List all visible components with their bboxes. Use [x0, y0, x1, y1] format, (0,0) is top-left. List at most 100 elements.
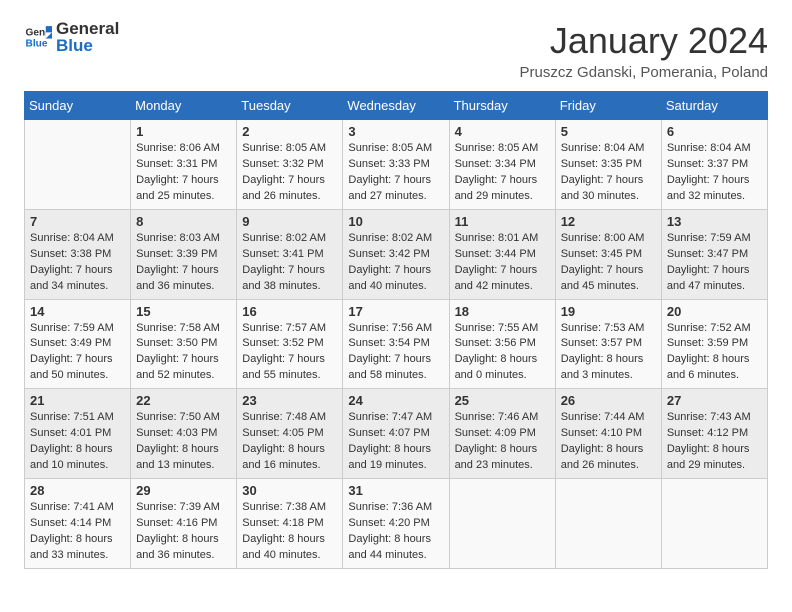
sunset-text: Sunset: 3:44 PM: [455, 247, 550, 263]
col-header-monday: Monday: [131, 92, 237, 120]
calendar-cell: 18Sunrise: 7:55 AMSunset: 3:56 PMDayligh…: [449, 299, 555, 389]
sunset-text: Sunset: 3:32 PM: [242, 157, 337, 173]
calendar-cell: 8Sunrise: 8:03 AMSunset: 3:39 PMDaylight…: [131, 209, 237, 299]
calendar-cell: 26Sunrise: 7:44 AMSunset: 4:10 PMDayligh…: [555, 389, 661, 479]
day-info: Sunrise: 7:52 AMSunset: 3:59 PMDaylight:…: [667, 321, 762, 385]
sunset-text: Sunset: 4:12 PM: [667, 426, 762, 442]
sunset-text: Sunset: 4:09 PM: [455, 426, 550, 442]
daylight-text: Daylight: 7 hours and 58 minutes.: [348, 352, 443, 384]
daylight-text: Daylight: 7 hours and 25 minutes.: [136, 173, 231, 205]
day-number: 30: [242, 483, 337, 498]
day-info: Sunrise: 7:41 AMSunset: 4:14 PMDaylight:…: [30, 500, 125, 564]
daylight-text: Daylight: 7 hours and 50 minutes.: [30, 352, 125, 384]
week-row-5: 28Sunrise: 7:41 AMSunset: 4:14 PMDayligh…: [25, 479, 768, 569]
day-info: Sunrise: 7:36 AMSunset: 4:20 PMDaylight:…: [348, 500, 443, 564]
sunset-text: Sunset: 3:49 PM: [30, 336, 125, 352]
daylight-text: Daylight: 8 hours and 10 minutes.: [30, 442, 125, 474]
calendar-table: SundayMondayTuesdayWednesdayThursdayFrid…: [24, 91, 768, 569]
day-info: Sunrise: 7:46 AMSunset: 4:09 PMDaylight:…: [455, 410, 550, 474]
sunrise-text: Sunrise: 8:05 AM: [348, 141, 443, 157]
day-info: Sunrise: 8:05 AMSunset: 3:34 PMDaylight:…: [455, 141, 550, 205]
calendar-cell: 6Sunrise: 8:04 AMSunset: 3:37 PMDaylight…: [661, 120, 767, 210]
calendar-cell: 25 Sunrise: 7:46 AMSunset: 4:09 PMDayligh…: [449, 389, 555, 479]
day-number: 5: [561, 124, 656, 139]
sunset-text: Sunset: 3:34 PM: [455, 157, 550, 173]
calendar-cell: 11 Sunrise: 8:01 AMSunset: 3:44 PMDayligh…: [449, 209, 555, 299]
sunrise-text: Sunrise: 7:53 AM: [561, 321, 656, 337]
sunset-text: Sunset: 3:41 PM: [242, 247, 337, 263]
calendar-cell: 23Sunrise: 7:48 AMSunset: 4:05 PMDayligh…: [237, 389, 343, 479]
day-info: Sunrise: 7:38 AMSunset: 4:18 PMDaylight:…: [242, 500, 337, 564]
sunrise-text: Sunrise: 7:52 AM: [667, 321, 762, 337]
logo-general-text: General: [56, 20, 119, 37]
sunset-text: Sunset: 4:10 PM: [561, 426, 656, 442]
logo-blue-text: Blue: [56, 37, 119, 54]
day-number: 15: [136, 304, 231, 319]
calendar-cell: 4 Sunrise: 8:05 AMSunset: 3:34 PMDaylight…: [449, 120, 555, 210]
day-number: 7: [30, 214, 125, 229]
day-number: 12: [561, 214, 656, 229]
sunset-text: Sunset: 4:18 PM: [242, 516, 337, 532]
sunrise-text: Sunrise: 7:48 AM: [242, 410, 337, 426]
sunrise-text: Sunrise: 7:46 AM: [455, 410, 550, 426]
daylight-text: Daylight: 7 hours and 45 minutes.: [561, 263, 656, 295]
sunset-text: Sunset: 3:56 PM: [455, 336, 550, 352]
day-info: Sunrise: 7:43 AMSunset: 4:12 PMDaylight:…: [667, 410, 762, 474]
sunrise-text: Sunrise: 7:56 AM: [348, 321, 443, 337]
calendar-cell: 28Sunrise: 7:41 AMSunset: 4:14 PMDayligh…: [25, 479, 131, 569]
week-row-2: 7Sunrise: 8:04 AMSunset: 3:38 PMDaylight…: [25, 209, 768, 299]
calendar-cell: 12 Sunrise: 8:00 AMSunset: 3:45 PMDayligh…: [555, 209, 661, 299]
daylight-text: Daylight: 8 hours and 36 minutes.: [136, 532, 231, 564]
calendar-cell: 7Sunrise: 8:04 AMSunset: 3:38 PMDaylight…: [25, 209, 131, 299]
daylight-text: Daylight: 8 hours and 23 minutes.: [455, 442, 550, 474]
calendar-cell: 13Sunrise: 7:59 AMSunset: 3:47 PMDayligh…: [661, 209, 767, 299]
sunrise-text: Sunrise: 8:04 AM: [667, 141, 762, 157]
sunrise-text: Sunrise: 8:04 AM: [561, 141, 656, 157]
day-number: 19: [561, 304, 656, 319]
day-number: 6: [667, 124, 762, 139]
svg-text:Blue: Blue: [26, 38, 48, 49]
sunrise-text: Sunrise: 7:36 AM: [348, 500, 443, 516]
sunset-text: Sunset: 4:20 PM: [348, 516, 443, 532]
sunrise-text: Sunrise: 7:57 AM: [242, 321, 337, 337]
daylight-text: Daylight: 8 hours and 26 minutes.: [561, 442, 656, 474]
week-row-3: 14Sunrise: 7:59 AMSunset: 3:49 PMDayligh…: [25, 299, 768, 389]
day-info: Sunrise: 7:53 AMSunset: 3:57 PMDaylight:…: [561, 321, 656, 385]
page-header: General Blue General Blue January 2024 P…: [24, 20, 768, 81]
sunset-text: Sunset: 4:03 PM: [136, 426, 231, 442]
day-info: Sunrise: 7:39 AMSunset: 4:16 PMDaylight:…: [136, 500, 231, 564]
sunrise-text: Sunrise: 7:44 AM: [561, 410, 656, 426]
day-info: Sunrise: 7:47 AMSunset: 4:07 PMDaylight:…: [348, 410, 443, 474]
sunrise-text: Sunrise: 7:51 AM: [30, 410, 125, 426]
logo: General Blue General Blue: [24, 20, 119, 54]
day-info: Sunrise: 8:02 AMSunset: 3:42 PMDaylight:…: [348, 231, 443, 295]
day-number: 11: [455, 214, 550, 229]
sunrise-text: Sunrise: 8:02 AM: [242, 231, 337, 247]
calendar-cell: 2Sunrise: 8:05 AMSunset: 3:32 PMDaylight…: [237, 120, 343, 210]
day-info: Sunrise: 8:00 AMSunset: 3:45 PMDaylight:…: [561, 231, 656, 295]
daylight-text: Daylight: 7 hours and 42 minutes.: [455, 263, 550, 295]
daylight-text: Daylight: 8 hours and 19 minutes.: [348, 442, 443, 474]
daylight-text: Daylight: 7 hours and 27 minutes.: [348, 173, 443, 205]
calendar-cell: 27Sunrise: 7:43 AMSunset: 4:12 PMDayligh…: [661, 389, 767, 479]
calendar-cell: 31Sunrise: 7:36 AMSunset: 4:20 PMDayligh…: [343, 479, 449, 569]
day-number: 25: [455, 393, 550, 408]
day-info: Sunrise: 8:01 AMSunset: 3:44 PMDaylight:…: [455, 231, 550, 295]
day-info: Sunrise: 7:56 AMSunset: 3:54 PMDaylight:…: [348, 321, 443, 385]
daylight-text: Daylight: 8 hours and 3 minutes.: [561, 352, 656, 384]
col-header-saturday: Saturday: [661, 92, 767, 120]
calendar-cell: 14Sunrise: 7:59 AMSunset: 3:49 PMDayligh…: [25, 299, 131, 389]
sunset-text: Sunset: 3:37 PM: [667, 157, 762, 173]
calendar-cell: 21Sunrise: 7:51 AMSunset: 4:01 PMDayligh…: [25, 389, 131, 479]
day-info: Sunrise: 8:03 AMSunset: 3:39 PMDaylight:…: [136, 231, 231, 295]
day-info: Sunrise: 7:50 AMSunset: 4:03 PMDaylight:…: [136, 410, 231, 474]
day-number: 4: [455, 124, 550, 139]
sunrise-text: Sunrise: 7:38 AM: [242, 500, 337, 516]
sunset-text: Sunset: 4:14 PM: [30, 516, 125, 532]
calendar-header-row: SundayMondayTuesdayWednesdayThursdayFrid…: [25, 92, 768, 120]
sunset-text: Sunset: 3:59 PM: [667, 336, 762, 352]
day-info: Sunrise: 7:57 AMSunset: 3:52 PMDaylight:…: [242, 321, 337, 385]
sunrise-text: Sunrise: 8:06 AM: [136, 141, 231, 157]
sunrise-text: Sunrise: 8:05 AM: [242, 141, 337, 157]
day-number: 10: [348, 214, 443, 229]
